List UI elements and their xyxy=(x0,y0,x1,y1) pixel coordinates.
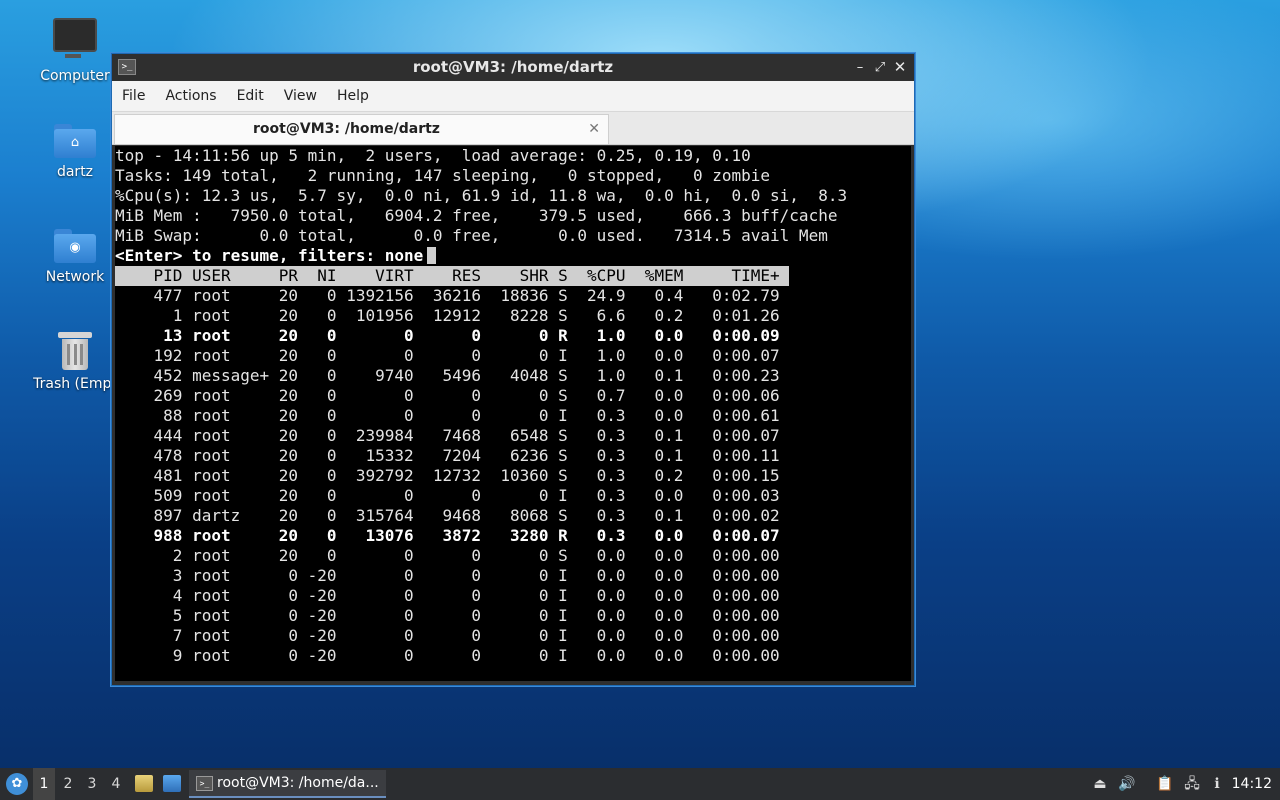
workspace-4[interactable]: 4 xyxy=(105,768,127,800)
top-cpu-line: %Cpu(s): 12.3 us, 5.7 sy, 0.0 ni, 61.9 i… xyxy=(115,186,848,205)
clipboard-icon[interactable]: 📋 xyxy=(1156,775,1174,793)
process-row: 269 root 20 0 0 0 0 S 0.7 0.0 0:00.06 xyxy=(115,386,780,405)
taskbar-task-label: root@VM3: /home/da... xyxy=(217,775,379,791)
process-table-header: PID USER PR NI VIRT RES SHR S %CPU %MEM … xyxy=(115,266,790,286)
tab-label: root@VM3: /home/dartz xyxy=(253,121,440,137)
clock: 14:12 xyxy=(1231,776,1272,792)
text-cursor xyxy=(427,247,437,264)
close-icon[interactable]: ✕ xyxy=(890,54,910,81)
terminal-output[interactable]: top - 14:11:56 up 5 min, 2 users, load a… xyxy=(115,146,911,681)
menu-view[interactable]: View xyxy=(274,81,327,111)
update-notifier-icon[interactable]: ℹ xyxy=(1208,775,1226,793)
network-icon[interactable]: 🖧 xyxy=(1183,775,1201,793)
network-folder-icon: ◉ xyxy=(54,229,96,263)
workspace-3[interactable]: 3 xyxy=(81,768,103,800)
terminal-window[interactable]: >_ root@VM3: /home/dartz – ⤢ ✕ File Actio… xyxy=(111,53,915,686)
process-row: 7 root 0 -20 0 0 0 I 0.0 0.0 0:00.00 xyxy=(115,626,780,645)
home-folder-icon: ⌂ xyxy=(54,124,96,158)
menu-edit[interactable]: Edit xyxy=(227,81,274,111)
process-row: 4 root 0 -20 0 0 0 I 0.0 0.0 0:00.00 xyxy=(115,586,780,605)
workspace-2[interactable]: 2 xyxy=(57,768,79,800)
menu-actions[interactable]: Actions xyxy=(155,81,226,111)
process-row: 9 root 0 -20 0 0 0 I 0.0 0.0 0:00.00 xyxy=(115,646,780,665)
menu-file[interactable]: File xyxy=(112,81,155,111)
minimize-icon[interactable]: – xyxy=(850,54,870,81)
file-manager-icon[interactable] xyxy=(135,775,153,792)
process-row: 897 dartz 20 0 315764 9468 8068 S 0.3 0.… xyxy=(115,506,780,525)
top-uptime-line: top - 14:11:56 up 5 min, 2 users, load a… xyxy=(115,146,751,165)
app-menu-icon[interactable]: ✿ xyxy=(6,773,28,795)
top-swap-line: MiB Swap: 0.0 total, 0.0 free, 0.0 used.… xyxy=(115,226,828,245)
taskbar-task-terminal[interactable]: >_ root@VM3: /home/da... xyxy=(189,770,386,798)
process-row: 481 root 20 0 392792 12732 10360 S 0.3 0… xyxy=(115,466,780,485)
menu-help[interactable]: Help xyxy=(327,81,379,111)
process-row: 5 root 0 -20 0 0 0 I 0.0 0.0 0:00.00 xyxy=(115,606,780,625)
process-row: 477 root 20 0 1392156 36216 18836 S 24.9… xyxy=(115,286,780,305)
terminal-icon: >_ xyxy=(196,776,213,791)
process-row: 452 message+ 20 0 9740 5496 4048 S 1.0 0… xyxy=(115,366,780,385)
maximize-icon[interactable]: ⤢ xyxy=(870,54,890,81)
top-tasks-line: Tasks: 149 total, 2 running, 147 sleepin… xyxy=(115,166,771,185)
taskbar: ✿ 1 2 3 4 >_ root@VM3: /home/da... ⏏ 🔊 📋… xyxy=(0,768,1280,800)
trash-icon xyxy=(58,332,92,370)
tab-close-icon[interactable]: ✕ xyxy=(588,115,600,143)
process-row: 509 root 20 0 0 0 0 I 0.3 0.0 0:00.03 xyxy=(115,486,780,505)
eject-icon[interactable]: ⏏ xyxy=(1091,775,1109,793)
process-row: 88 root 20 0 0 0 0 I 0.3 0.0 0:00.61 xyxy=(115,406,780,425)
process-row: 192 root 20 0 0 0 0 I 1.0 0.0 0:00.07 xyxy=(115,346,780,365)
process-table: 477 root 20 0 1392156 36216 18836 S 24.9… xyxy=(115,286,911,666)
process-row: 988 root 20 0 13076 3872 3280 R 0.3 0.0 … xyxy=(115,526,780,545)
menubar: File Actions Edit View Help xyxy=(112,81,914,112)
process-row: 2 root 20 0 0 0 0 S 0.0 0.0 0:00.00 xyxy=(115,546,780,565)
tab-terminal[interactable]: root@VM3: /home/dartz ✕ xyxy=(114,114,609,144)
process-row: 13 root 20 0 0 0 0 R 1.0 0.0 0:00.09 xyxy=(115,326,780,345)
volume-icon[interactable]: 🔊 xyxy=(1118,775,1136,793)
process-row: 444 root 20 0 239984 7468 6548 S 0.3 0.1… xyxy=(115,426,780,445)
computer-icon xyxy=(53,18,97,58)
window-titlebar[interactable]: >_ root@VM3: /home/dartz – ⤢ ✕ xyxy=(112,54,914,81)
show-desktop-icon[interactable] xyxy=(163,775,181,792)
top-prompt: <Enter> to resume, filters: none xyxy=(115,246,424,265)
window-title: root@VM3: /home/dartz xyxy=(412,58,614,76)
process-row: 3 root 0 -20 0 0 0 I 0.0 0.0 0:00.00 xyxy=(115,566,780,585)
process-row: 478 root 20 0 15332 7204 6236 S 0.3 0.1 … xyxy=(115,446,780,465)
tab-bar: root@VM3: /home/dartz ✕ xyxy=(112,112,914,145)
top-mem-line: MiB Mem : 7950.0 total, 6904.2 free, 379… xyxy=(115,206,838,225)
workspace-1[interactable]: 1 xyxy=(33,768,55,800)
process-row: 1 root 20 0 101956 12912 8228 S 6.6 0.2 … xyxy=(115,306,780,325)
